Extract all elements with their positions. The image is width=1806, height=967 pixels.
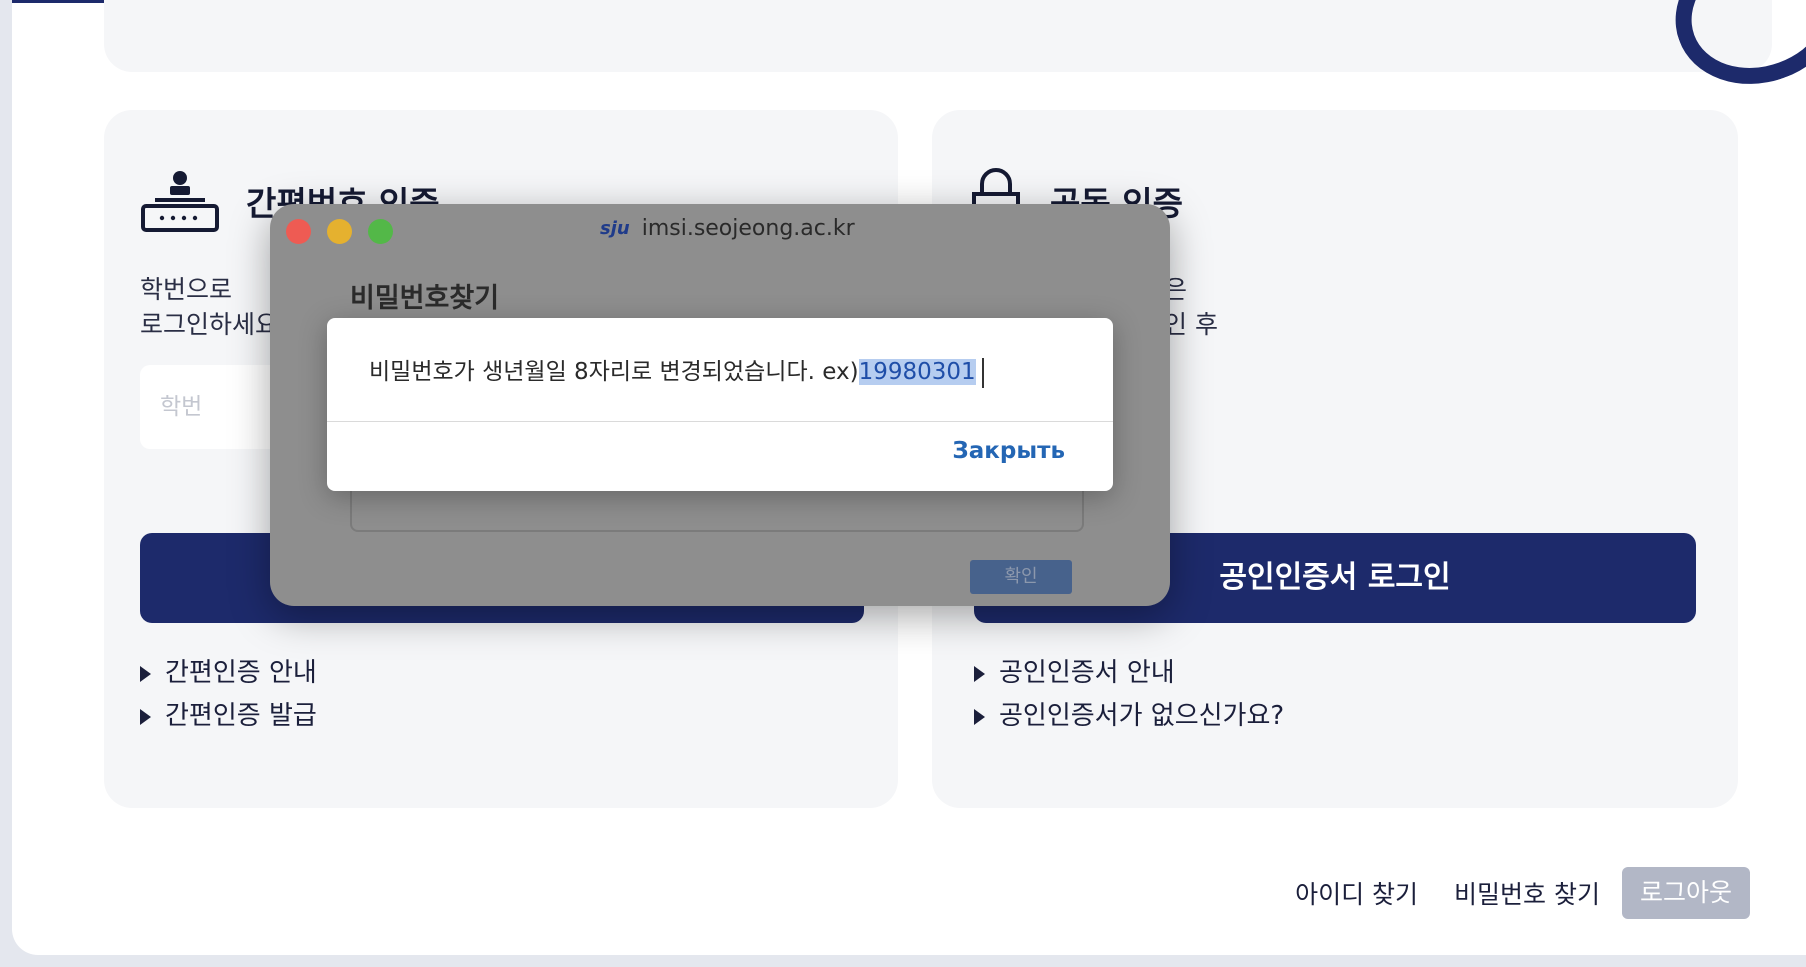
- joint-cert-description: 은 인 후: [1164, 272, 1218, 342]
- selected-text[interactable]: 19980301: [858, 359, 976, 385]
- top-panel: [104, 0, 1772, 72]
- find-id-link[interactable]: 아이디 찾기: [1295, 875, 1418, 911]
- simple-auth-issue-link[interactable]: 간편인증 발급: [140, 695, 317, 738]
- minimize-window-button[interactable]: [327, 219, 352, 244]
- link-label: 간편인증 발급: [165, 701, 317, 731]
- site-logo: sju: [600, 218, 630, 239]
- close-window-button[interactable]: [286, 219, 311, 244]
- find-password-link[interactable]: 비밀번호 찾기: [1454, 875, 1600, 911]
- text-cursor-icon: [981, 357, 984, 388]
- footer-links: 아이디 찾기 비밀번호 찾기 로그아웃: [1295, 867, 1750, 919]
- popup-heading: 비밀번호찾기: [350, 283, 500, 314]
- alert-close-button[interactable]: Закрыть: [952, 438, 1065, 464]
- triangle-right-icon: [140, 708, 151, 725]
- cert-guide-link[interactable]: 공인인증서 안내: [974, 652, 1284, 695]
- desc-line: 은: [1164, 275, 1188, 304]
- alert-divider: [327, 421, 1113, 422]
- confirm-button[interactable]: 확인: [970, 560, 1072, 594]
- url-text: imsi.seojeong.ac.kr: [641, 216, 855, 241]
- desc-line: 인 후: [1164, 310, 1218, 339]
- maximize-window-button[interactable]: [368, 219, 393, 244]
- url-display: sju imsi.seojeong.ac.kr: [600, 216, 855, 241]
- joint-cert-links: 공인인증서 안내 공인인증서가 없으신가요?: [974, 652, 1284, 738]
- alert-message: 비밀번호가 생년월일 8자리로 변경되었습니다. ex)19980301: [369, 352, 984, 388]
- alert-message-text: 비밀번호가 생년월일 8자리로 변경되었습니다. ex): [369, 359, 859, 385]
- no-cert-link[interactable]: 공인인증서가 없으신가요?: [974, 695, 1284, 738]
- logout-button[interactable]: 로그아웃: [1621, 867, 1750, 919]
- keypad-user-icon: [141, 171, 219, 232]
- desc-line: 로그인하세요: [140, 310, 279, 339]
- link-label: 공인인증서가 없으신가요?: [999, 701, 1285, 731]
- simple-auth-description: 학번으로 로그인하세요: [140, 272, 278, 342]
- link-label: 공인인증서 안내: [999, 658, 1175, 688]
- window-titlebar: sju imsi.seojeong.ac.kr: [270, 204, 1170, 260]
- triangle-right-icon: [974, 665, 985, 682]
- desc-line: 학번으로: [140, 275, 233, 304]
- simple-auth-guide-link[interactable]: 간편인증 안내: [140, 652, 317, 695]
- simple-auth-links: 간편인증 안내 간편인증 발급: [140, 652, 317, 738]
- link-label: 간편인증 안내: [165, 658, 317, 688]
- alert-dialog: 비밀번호가 생년월일 8자리로 변경되었습니다. ex)19980301 Зак…: [327, 318, 1113, 491]
- triangle-right-icon: [140, 665, 151, 682]
- triangle-right-icon: [974, 708, 985, 725]
